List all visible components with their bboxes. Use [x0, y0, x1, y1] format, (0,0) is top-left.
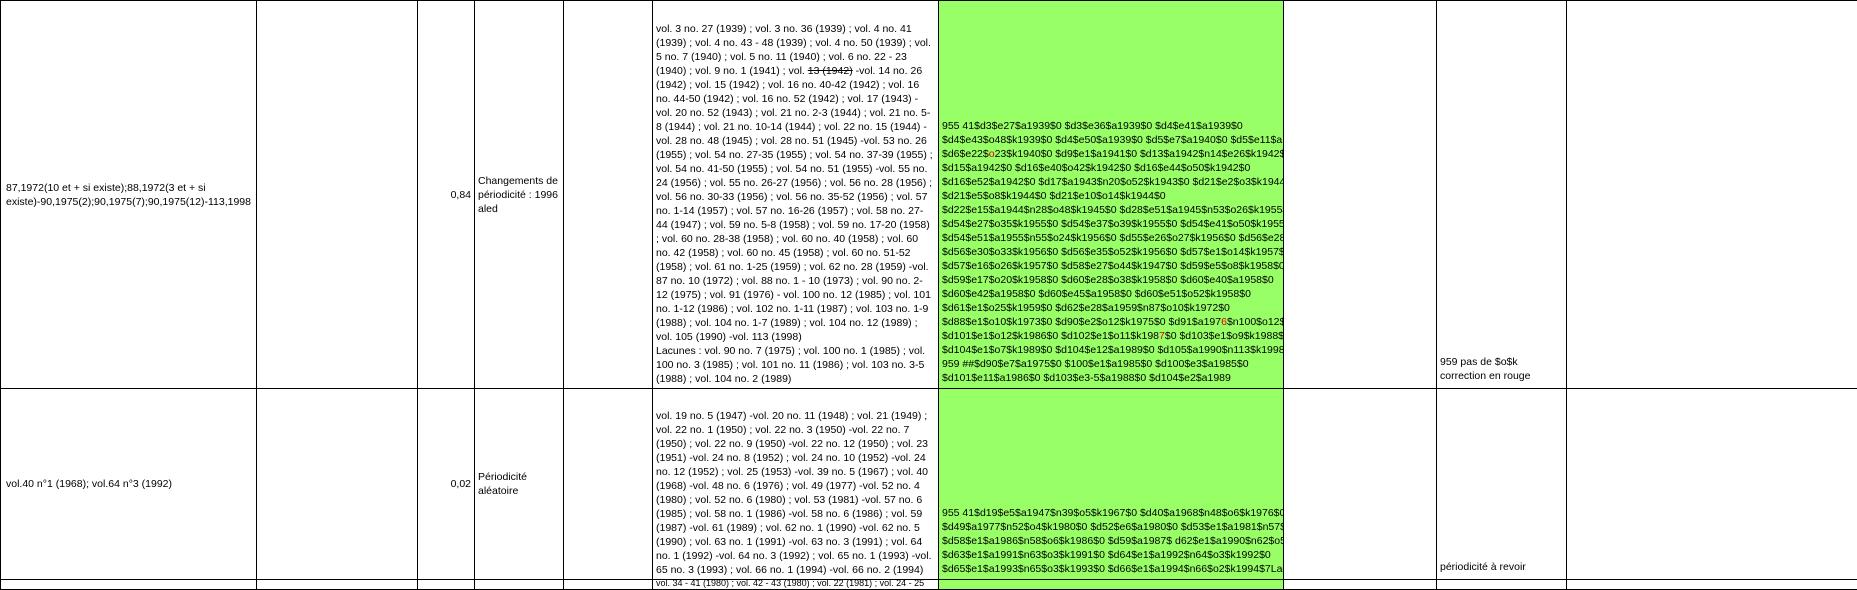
empty-cell[interactable] [1437, 580, 1567, 590]
empty-cell[interactable] [1284, 1, 1437, 389]
periodicity-text: Périodicité aléatoire [478, 471, 527, 497]
empty-cell[interactable] [1567, 389, 1857, 580]
empty-cell[interactable] [1, 580, 257, 590]
empty-cell[interactable] [257, 1, 418, 389]
ratio-cell[interactable]: 0,02 [418, 389, 475, 580]
empty-cell[interactable] [418, 580, 475, 590]
marc-field-cell[interactable]: 955 41$d19$e5$a1947$n39$o5$k1967$0 $d40$… [939, 389, 1284, 580]
table-row: vol.40 n°1 (1968); vol.64 n°3 (1992) 0,0… [1, 389, 1857, 580]
holdings-range-text: 87,1972(10 et + si existe);88,1972(3 et … [6, 182, 251, 208]
marc-line: $d54$e27$o35$k1955$0 $d54$e37$o39$k1955$… [942, 217, 1281, 231]
empty-cell[interactable] [1567, 580, 1857, 590]
spreadsheet-grid: 87,1972(10 et + si existe);88,1972(3 et … [0, 0, 1857, 590]
marc-field-cell[interactable] [939, 580, 1284, 590]
table-row: 87,1972(10 et + si existe);88,1972(3 et … [1, 1, 1857, 389]
marc-line: 955 41$d19$e5$a1947$n39$o5$k1967$0 $d40$… [942, 506, 1281, 520]
empty-cell[interactable] [564, 389, 653, 580]
empty-cell[interactable] [1284, 580, 1437, 590]
periodicity-text: Changements de périodicité : 1996 aled [478, 175, 558, 215]
marc-field-cell[interactable]: 955 41$d3$e27$a1939$0 $d3$e36$a1939$0 $d… [939, 1, 1284, 389]
empty-cell[interactable] [564, 580, 653, 590]
empty-cell[interactable] [564, 1, 653, 389]
holdings-detail-text: vol. 3 no. 27 (1939) ; vol. 3 no. 36 (19… [656, 23, 933, 343]
note-cell[interactable]: périodicité à revoir [1437, 389, 1567, 580]
empty-cell[interactable] [1284, 389, 1437, 580]
note-cell[interactable]: 959 pas de $o$k correction en rouge [1437, 1, 1567, 389]
empty-cell[interactable] [1567, 1, 1857, 389]
marc-line: $d101$e11$a1986$0 $d103$e3-5$a1988$0 $d1… [942, 371, 1281, 385]
marc-line: $d15$a1942$0 $d16$e40$o42$k1942$0 $d16$e… [942, 161, 1281, 175]
note-text: périodicité à revoir [1440, 561, 1526, 573]
holdings-detail-cell[interactable]: vol. 34 - 41 (1980) ; vol. 42 - 43 (1980… [653, 580, 939, 590]
marc-line: 959 ##$d90$e7$a1975$0 $100$e1$a1985$0 $d… [942, 357, 1281, 371]
struck-text: 13 (1942) [808, 65, 853, 77]
holdings-range-cell[interactable]: 87,1972(10 et + si existe);88,1972(3 et … [1, 1, 257, 389]
marc-line: $d56$e30$o33$k1956$0 $d56$e35$o52$k1956$… [942, 245, 1281, 259]
partial-row-text: vol. 34 - 41 (1980) ; vol. 42 - 43 (1980… [656, 580, 924, 589]
periodicity-cell[interactable]: Périodicité aléatoire [475, 389, 564, 580]
marc-line: $d54$e51$a1955$n55$o24$k1956$0 $d55$e26$… [942, 231, 1281, 245]
holdings-detail-cell[interactable]: vol. 3 no. 27 (1939) ; vol. 3 no. 36 (19… [653, 1, 939, 389]
empty-cell[interactable] [257, 580, 418, 590]
marc-line: $d6$e22$o23$k1940$0 $d9$e1$a1941$0 $d13$… [942, 147, 1281, 161]
marc-line: $d63$e1$a1991$n63$o3$k1991$0 $d64$e1$a19… [942, 548, 1281, 562]
periodicity-cell[interactable]: Changements de périodicité : 1996 aled [475, 1, 564, 389]
holdings-range-cell[interactable]: vol.40 n°1 (1968); vol.64 n°3 (1992) [1, 389, 257, 580]
marc-line: $d57$e16$o26$k1957$0 $d58$e27$o44$k1947$… [942, 259, 1281, 273]
holdings-detail-cell[interactable]: vol. 19 no. 5 (1947) -vol. 20 no. 11 (19… [653, 389, 939, 580]
empty-cell[interactable] [257, 389, 418, 580]
ratio-text: 0,02 [451, 478, 471, 490]
note-text: 959 pas de $o$k correction en rouge [1440, 356, 1530, 382]
ratio-cell[interactable]: 0,84 [418, 1, 475, 389]
empty-cell[interactable] [475, 580, 564, 590]
holdings-detail-text: vol. 19 no. 5 (1947) -vol. 20 no. 11 (19… [656, 410, 932, 576]
marc-line: $d4$e43$o48$k1939$0 $d4$e50$a1939$0 $d5$… [942, 133, 1281, 147]
marc-line: $d65$e1$a1993$n65$o3$k1993$0 $d66$e1$a19… [942, 562, 1281, 576]
marc-line: $d60$e42$a1958$0 $d60$e45$a1958$0 $d60$e… [942, 287, 1281, 301]
marc-line: $d21$e5$o8$k1944$0 $d21$e10$o14$k1944$0 [942, 189, 1281, 203]
marc-line: $d16$e52$a1942$0 $d17$a1943$n20$o52$k194… [942, 175, 1281, 189]
lacunes-text: Lacunes : vol. 90 no. 7 (1975) ; vol. 10… [656, 344, 934, 386]
marc-line: $d88$e1$o10$k1973$0 $d90$e2$o12$k1975$0 … [942, 315, 1281, 329]
marc-line: $d22$e15$a1944$n28$o48$k1945$0 $d28$e51$… [942, 203, 1281, 217]
marc-line: $d61$e1$o25$k1959$0 $d62$e28$a1959$n87$o… [942, 301, 1281, 315]
marc-line: 955 41$d3$e27$a1939$0 $d3$e36$a1939$0 $d… [942, 119, 1281, 133]
holdings-range-text: vol.40 n°1 (1968); vol.64 n°3 (1992) [6, 478, 172, 490]
table-row: vol. 34 - 41 (1980) ; vol. 42 - 43 (1980… [1, 580, 1857, 590]
marc-line: $d49$a1977$n52$o4$k1980$0 $d52$e6$a1980$… [942, 520, 1281, 534]
marc-line: $d101$e1$o12$k1986$0 $d102$e1$o11$k1987$… [942, 329, 1281, 343]
marc-line: $d59$e17$o20$k1958$0 $d60$e28$o38$k1958$… [942, 273, 1281, 287]
ratio-text: 0,84 [451, 189, 471, 201]
marc-line: $d58$e1$a1986$n58$o6$k1986$0 $d59$a1987$… [942, 534, 1281, 548]
marc-line: $d104$e1$o7$k1989$0 $d104$e12$a1989$0 $d… [942, 343, 1281, 357]
